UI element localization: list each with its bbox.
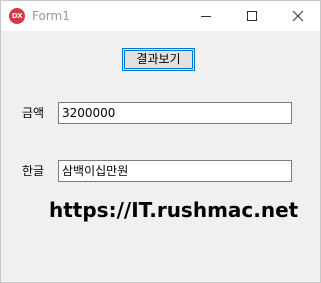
minimize-icon <box>201 16 211 17</box>
form-window: DX Form1 결과보기 금액 3200000 한글 삼백이십만원 https… <box>0 0 321 283</box>
korean-output-field[interactable]: 삼백이십만원 <box>58 160 292 182</box>
amount-input[interactable]: 3200000 <box>58 102 292 124</box>
maximize-icon <box>247 11 257 21</box>
close-button[interactable] <box>275 1 321 31</box>
amount-label: 금액 <box>22 106 45 120</box>
show-result-button[interactable]: 결과보기 <box>122 48 195 71</box>
window-title: Form1 <box>32 9 70 23</box>
close-icon <box>292 10 304 22</box>
app-icon[interactable]: DX <box>9 8 25 24</box>
maximize-button[interactable] <box>229 1 275 31</box>
watermark-url: https://IT.rushmac.net <box>49 198 299 222</box>
title-bar[interactable]: DX Form1 <box>1 1 320 31</box>
minimize-button[interactable] <box>183 1 229 31</box>
korean-label: 한글 <box>22 164 45 178</box>
